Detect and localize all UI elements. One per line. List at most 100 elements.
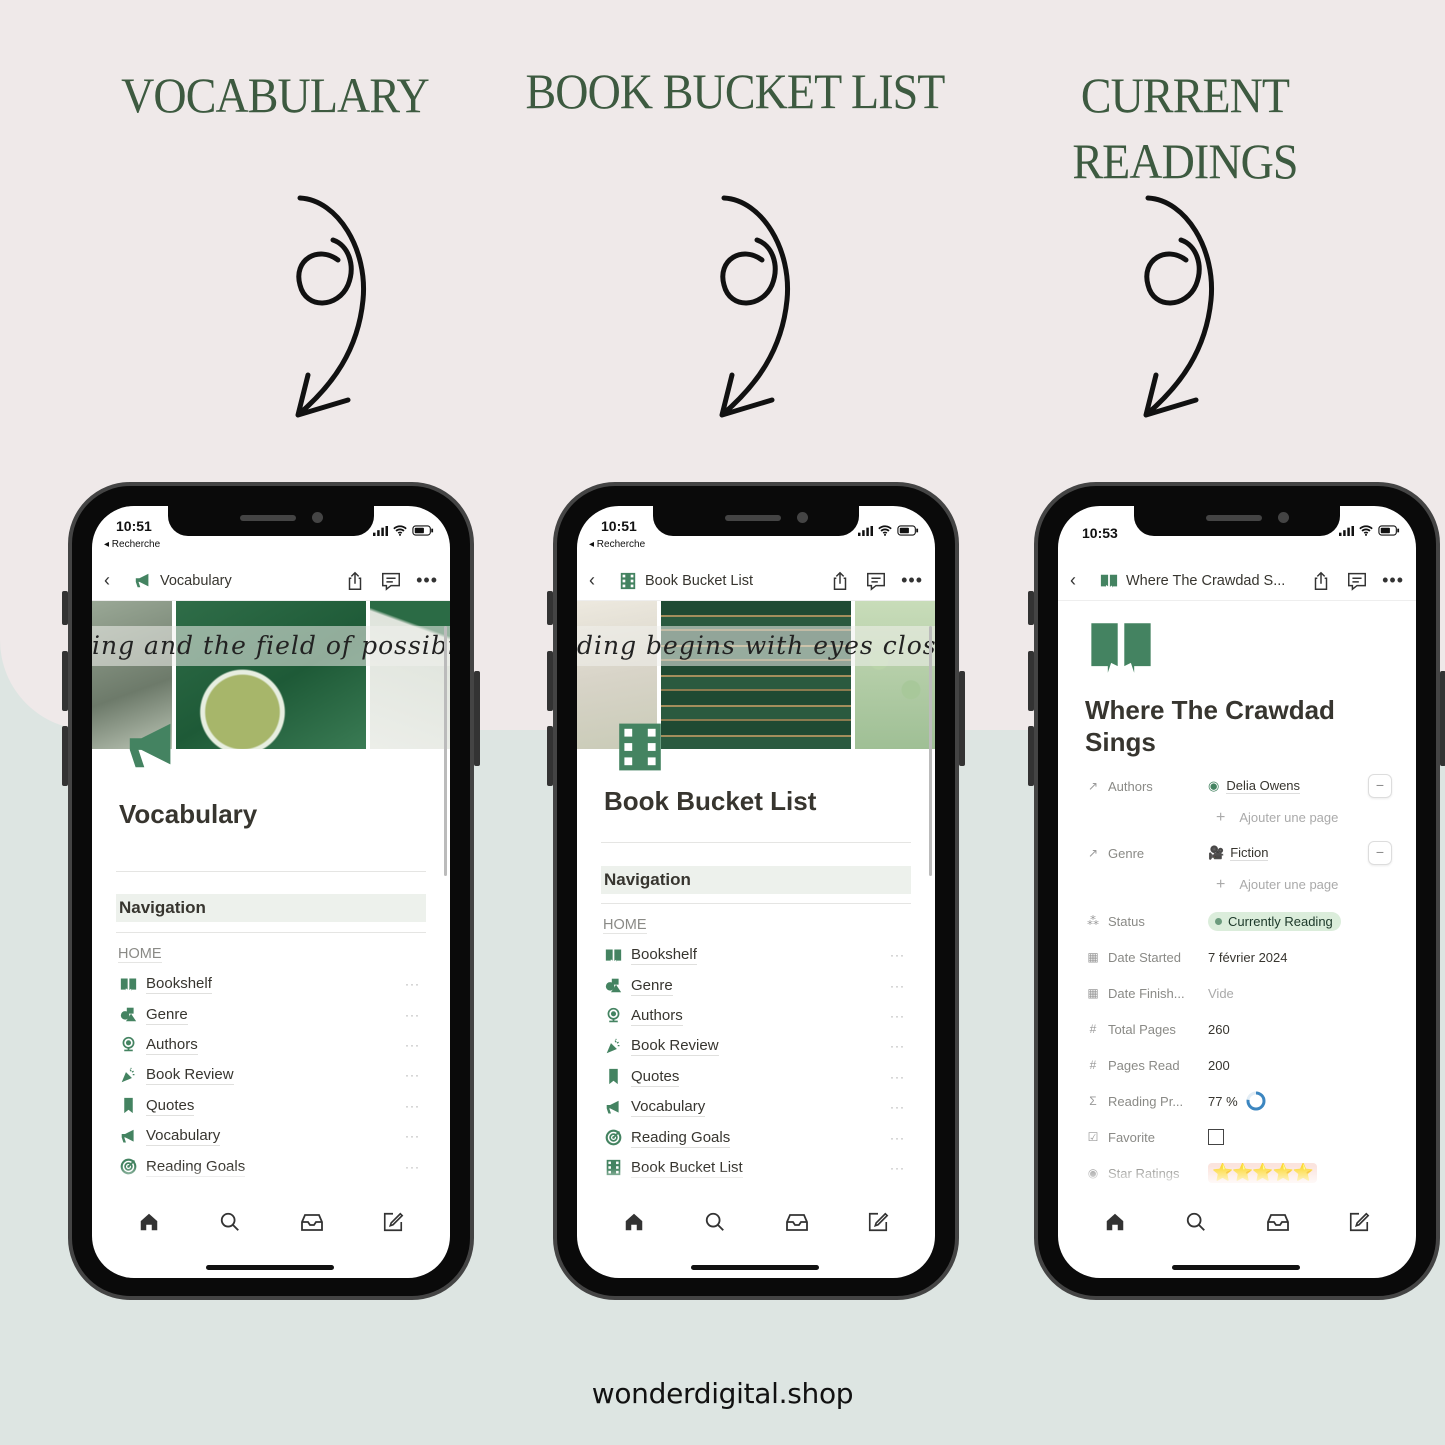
scrollbar[interactable] (929, 626, 932, 876)
back-to-app-link[interactable]: ◂ Recherche (104, 539, 160, 550)
megaphone-icon (605, 1099, 622, 1116)
home-tab[interactable] (1103, 1210, 1127, 1234)
property-label: Status (1108, 913, 1145, 929)
item-more-button[interactable]: ··· (405, 1099, 426, 1113)
nav-list-item[interactable]: Reading Goals ··· (605, 1122, 911, 1152)
item-more-button[interactable]: ··· (405, 1068, 426, 1082)
inbox-tab[interactable] (1266, 1210, 1290, 1234)
home-tab[interactable] (137, 1210, 161, 1234)
property-total-pages: # Total Pages 260 (1086, 1017, 1392, 1041)
nav-item-label: Vocabulary (631, 1098, 706, 1118)
home-link[interactable]: HOME (603, 917, 647, 934)
page-title: Where The Crawdad Sings (1085, 694, 1335, 758)
phone-vocabulary: 10:51 ◂ Recherche ‹ Vocabulary ••• ing a… (62, 482, 480, 1300)
home-tab[interactable] (622, 1210, 646, 1234)
nav-item-label: Authors (146, 1035, 198, 1055)
nav-list-item[interactable]: Genre ··· (605, 970, 911, 1000)
property-label: Reading Pr... (1108, 1093, 1184, 1109)
share-icon[interactable] (344, 570, 366, 592)
search-tab[interactable] (703, 1210, 727, 1234)
property-date-finished: ▦ Date Finish... Vide (1086, 981, 1392, 1005)
nav-list-item[interactable]: Book Review ··· (120, 1060, 426, 1090)
nav-list-item[interactable]: Genre ··· (120, 999, 426, 1029)
back-chevron-icon[interactable]: ‹ (589, 570, 613, 591)
calendar-icon: ▦ (1087, 986, 1099, 1000)
add-genre-page-button[interactable]: + Ajouter une page (1216, 876, 1338, 894)
plus-icon: + (1216, 809, 1226, 826)
progress-ring (1246, 1091, 1266, 1111)
new-page-tab[interactable] (866, 1210, 890, 1234)
nav-list-item[interactable]: Vocabulary ··· (120, 1121, 426, 1151)
nav-list-item[interactable]: Quotes ··· (605, 1062, 911, 1092)
item-more-button[interactable]: ··· (890, 948, 911, 962)
home-indicator[interactable] (206, 1265, 334, 1270)
item-more-button[interactable]: ··· (405, 1008, 426, 1022)
home-indicator[interactable] (1172, 1265, 1300, 1270)
date-finished-value[interactable]: Vide (1208, 986, 1234, 1001)
back-to-app-link[interactable]: ◂ Recherche (589, 539, 645, 550)
nav-list-item[interactable]: Vocabulary ··· (605, 1092, 911, 1122)
genre-link[interactable]: Fiction (1230, 845, 1269, 861)
battery-icon (412, 525, 434, 536)
item-more-button[interactable]: ··· (890, 1070, 911, 1084)
more-options-icon[interactable]: ••• (1382, 570, 1404, 591)
nav-list-item[interactable]: Authors ··· (120, 1030, 426, 1060)
nav-item-label: Bookshelf (631, 946, 697, 966)
total-pages-value[interactable]: 260 (1208, 1022, 1230, 1037)
share-icon[interactable] (1310, 570, 1332, 592)
item-more-button[interactable]: ··· (405, 1038, 426, 1052)
new-page-tab[interactable] (1347, 1210, 1371, 1234)
remove-genre-button[interactable]: − (1368, 841, 1392, 865)
author-link[interactable]: Delia Owens (1226, 778, 1301, 794)
back-chevron-icon[interactable]: ‹ (1070, 570, 1094, 591)
share-icon[interactable] (829, 570, 851, 592)
cover-photo (661, 601, 851, 749)
calendar-icon: ▦ (1087, 950, 1099, 964)
comment-icon[interactable] (865, 570, 887, 592)
add-author-page-button[interactable]: + Ajouter une page (1216, 809, 1338, 827)
home-indicator[interactable] (691, 1265, 819, 1270)
scrollbar[interactable] (444, 626, 447, 876)
new-page-tab[interactable] (381, 1210, 405, 1234)
property-label: Pages Read (1108, 1057, 1180, 1073)
relation-arrow-icon: ↗ (1087, 846, 1099, 860)
favorite-checkbox[interactable] (1208, 1129, 1224, 1145)
power-button (474, 671, 480, 766)
item-more-button[interactable]: ··· (405, 977, 426, 991)
remove-author-button[interactable]: − (1368, 774, 1392, 798)
inbox-tab[interactable] (300, 1210, 324, 1234)
property-label: Date Finish... (1108, 985, 1185, 1001)
nav-list-item[interactable]: Book Review ··· (605, 1031, 911, 1061)
status-badge[interactable]: Currently Reading (1208, 911, 1341, 931)
relation-arrow-icon: ↗ (1087, 779, 1099, 793)
item-more-button[interactable]: ··· (890, 1131, 911, 1145)
nav-item-label: Book Review (146, 1066, 234, 1086)
item-more-button[interactable]: ··· (890, 1039, 911, 1053)
item-more-button[interactable]: ··· (405, 1129, 426, 1143)
nav-list-item[interactable]: Authors ··· (605, 1001, 911, 1031)
pages-read-value[interactable]: 200 (1208, 1058, 1230, 1073)
back-chevron-icon[interactable]: ‹ (104, 570, 128, 591)
page-title: Vocabulary (119, 799, 258, 829)
more-options-icon[interactable]: ••• (416, 570, 438, 591)
item-more-button[interactable]: ··· (890, 1009, 911, 1023)
home-link[interactable]: HOME (118, 946, 162, 963)
cover-photo (855, 601, 935, 749)
nav-list-item[interactable]: Quotes ··· (120, 1091, 426, 1121)
nav-list-item[interactable]: Bookshelf ··· (605, 940, 911, 970)
comment-icon[interactable] (380, 570, 402, 592)
date-started-value[interactable]: 7 février 2024 (1208, 950, 1288, 965)
inbox-tab[interactable] (785, 1210, 809, 1234)
nav-item-label: Vocabulary (146, 1127, 221, 1147)
megaphone-icon (120, 1128, 137, 1145)
search-tab[interactable] (1184, 1210, 1208, 1234)
search-tab[interactable] (218, 1210, 242, 1234)
comment-icon[interactable] (1346, 570, 1368, 592)
item-more-button[interactable]: ··· (890, 979, 911, 993)
more-options-icon[interactable]: ••• (901, 570, 923, 591)
film-strip-icon (619, 572, 637, 590)
nav-list-item[interactable]: Bookshelf ··· (120, 969, 426, 999)
item-more-button[interactable]: ··· (890, 1100, 911, 1114)
nav-item-label: Genre (631, 976, 673, 996)
nav-item-label: Quotes (146, 1096, 195, 1116)
